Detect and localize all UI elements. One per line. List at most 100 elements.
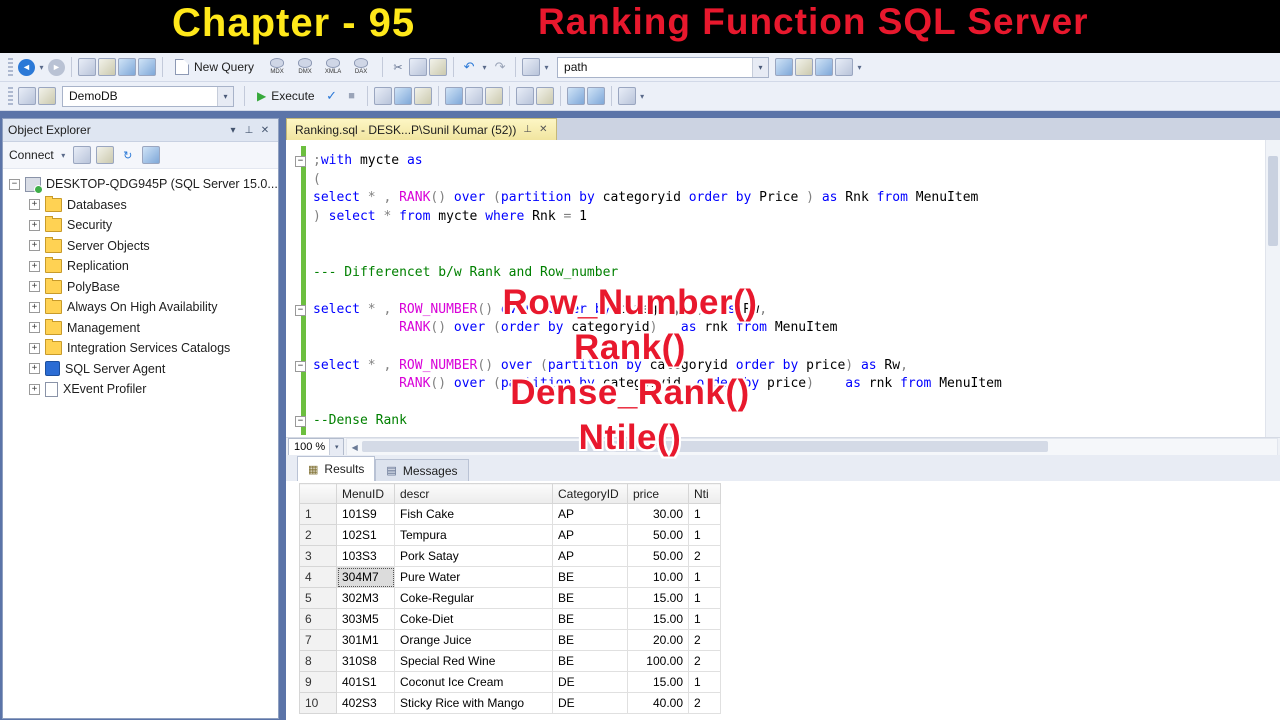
scrollbar-thumb[interactable] [362, 441, 1049, 452]
result-cell[interactable]: DE [552, 692, 628, 714]
save-all-icon[interactable] [138, 58, 156, 76]
result-cell[interactable]: Coconut Ice Cream [394, 671, 553, 693]
tab-results[interactable]: ▦ Results [297, 456, 376, 481]
result-cell[interactable]: 50.00 [627, 545, 689, 567]
result-cell[interactable]: 20.00 [627, 629, 689, 651]
new-xmla-query-icon[interactable]: XMLA [321, 58, 345, 76]
tree-item-sql-server-agent[interactable]: + SQL Server Agent [3, 359, 278, 380]
toolbar-overflow-icon[interactable]: ▾ [855, 63, 864, 72]
specify-values-template-icon[interactable] [617, 87, 636, 105]
result-cell[interactable]: 100.00 [627, 650, 689, 672]
toolbar-grip[interactable] [8, 58, 13, 76]
cut-icon[interactable]: ✂ [389, 58, 407, 76]
uncomment-selection-icon[interactable] [535, 87, 554, 105]
column-header-price[interactable]: price [627, 483, 689, 504]
toolbar-overflow-icon[interactable]: ▾ [638, 92, 647, 101]
result-cell[interactable]: 302M3 [336, 587, 395, 609]
row-number-cell[interactable]: 5 [299, 587, 337, 609]
column-header-categoryid[interactable]: CategoryID [552, 483, 628, 504]
result-cell[interactable]: Pork Satay [394, 545, 553, 567]
increase-indent-icon[interactable] [586, 87, 605, 105]
properties-window-icon[interactable] [795, 58, 814, 76]
zoom-level-select[interactable]: 100 % ▾ [288, 438, 345, 456]
execute-button[interactable]: ▶ Execute [251, 87, 321, 105]
grid-corner-cell[interactable] [299, 483, 337, 504]
navigate-forward-icon[interactable]: ► [48, 58, 65, 76]
scrollbar-track[interactable] [362, 439, 1277, 455]
new-query-button[interactable]: New Query [169, 57, 260, 77]
result-cell[interactable]: 310S8 [336, 650, 395, 672]
copy-icon[interactable] [409, 58, 428, 76]
combo-dropdown-icon[interactable]: ▾ [752, 57, 769, 77]
editor-vertical-scrollbar[interactable] [1265, 140, 1280, 437]
scroll-left-icon[interactable]: ◀ [347, 439, 362, 455]
results-grid[interactable]: MenuID descr CategoryID price Nti 1 101S9 Fish… [299, 483, 721, 714]
result-cell[interactable]: 103S3 [336, 545, 395, 567]
tree-item-security[interactable]: + Security [3, 215, 278, 236]
expand-icon[interactable]: + [29, 219, 40, 231]
undo-icon[interactable]: ↶ [460, 58, 478, 76]
result-cell[interactable]: 102S1 [336, 524, 395, 546]
pin-icon[interactable]: ⊥ [241, 125, 257, 136]
result-cell[interactable]: 2 [688, 545, 721, 567]
expand-icon[interactable]: + [29, 383, 40, 395]
result-cell[interactable]: 30.00 [627, 503, 689, 525]
result-cell[interactable]: 15.00 [627, 608, 689, 630]
result-cell[interactable]: 50.00 [627, 524, 689, 546]
result-cell[interactable]: 2 [688, 629, 721, 651]
refresh-icon[interactable]: ↻ [119, 146, 137, 164]
connect-dropdown-icon[interactable]: ▾ [59, 151, 68, 160]
path-combobox[interactable]: path ▾ [557, 56, 770, 78]
result-cell[interactable]: AP [552, 545, 628, 567]
expand-icon[interactable]: + [29, 342, 40, 354]
object-explorer-titlebar[interactable]: Object Explorer ▾ ⊥ ✕ [3, 119, 278, 142]
result-cell[interactable]: Special Red Wine [394, 650, 553, 672]
result-cell[interactable]: Sticky Rice with Mango [394, 692, 553, 714]
redo-icon[interactable]: ↷ [491, 58, 509, 76]
result-cell[interactable]: BE [552, 650, 628, 672]
result-cell[interactable]: 1 [688, 503, 721, 525]
expand-icon[interactable]: + [29, 301, 40, 313]
result-row[interactable]: 9 401S1 Coconut Ice Cream DE 15.00 1 [299, 671, 721, 693]
expand-icon[interactable]: + [29, 363, 40, 375]
sql-code-editor[interactable]: − ;with mycte as(select * , RANK() over (… [286, 140, 1280, 437]
result-cell[interactable]: 303M5 [336, 608, 395, 630]
result-cell[interactable]: 1 [688, 566, 721, 588]
comment-selection-icon[interactable] [515, 87, 534, 105]
result-cell[interactable]: 15.00 [627, 671, 689, 693]
connect-query-icon[interactable] [18, 87, 36, 105]
open-file-icon[interactable] [98, 58, 116, 76]
connect-button[interactable]: Connect [9, 148, 54, 162]
toolbar-grip[interactable] [8, 87, 13, 105]
object-explorer-tree[interactable]: − DESKTOP-QDG945P (SQL Server 15.0... + D… [3, 169, 278, 718]
row-number-cell[interactable]: 3 [299, 545, 337, 567]
result-cell[interactable]: 15.00 [627, 587, 689, 609]
result-cell[interactable]: 2 [688, 650, 721, 672]
new-dax-query-icon[interactable]: DAX [349, 58, 373, 76]
tree-item-server-root[interactable]: − DESKTOP-QDG945P (SQL Server 15.0... [3, 174, 278, 195]
result-cell[interactable]: AP [552, 524, 628, 546]
result-row[interactable]: 4 304M7 Pure Water BE 10.00 1 [299, 566, 721, 588]
result-cell[interactable]: BE [552, 629, 628, 651]
window-menu-icon[interactable]: ▾ [225, 125, 241, 136]
client-statistics-icon[interactable] [413, 87, 432, 105]
result-cell[interactable]: 1 [688, 524, 721, 546]
cancel-executing-query-icon[interactable]: ■ [343, 87, 361, 105]
result-cell[interactable]: 1 [688, 587, 721, 609]
results-to-grid-icon[interactable] [464, 87, 483, 105]
row-number-cell[interactable]: 2 [299, 524, 337, 546]
result-cell[interactable]: 401S1 [336, 671, 395, 693]
tab-messages[interactable]: ▤ Messages [375, 459, 469, 481]
result-cell[interactable]: Pure Water [394, 566, 553, 588]
find-in-files-icon[interactable] [522, 58, 541, 76]
tree-item-replication[interactable]: + Replication [3, 256, 278, 277]
tree-item-polybase[interactable]: + PolyBase [3, 277, 278, 298]
result-cell[interactable]: BE [552, 587, 628, 609]
expand-icon[interactable]: + [29, 199, 40, 211]
fold-marker-icon[interactable]: − [295, 156, 306, 167]
result-row[interactable]: 5 302M3 Coke-Regular BE 15.00 1 [299, 587, 721, 609]
result-row[interactable]: 7 301M1 Orange Juice BE 20.00 2 [299, 629, 721, 651]
result-row[interactable]: 10 402S3 Sticky Rice with Mango DE 40.00 2 [299, 692, 721, 714]
result-cell[interactable]: 304M7 [336, 566, 395, 588]
result-cell[interactable]: Orange Juice [394, 629, 553, 651]
